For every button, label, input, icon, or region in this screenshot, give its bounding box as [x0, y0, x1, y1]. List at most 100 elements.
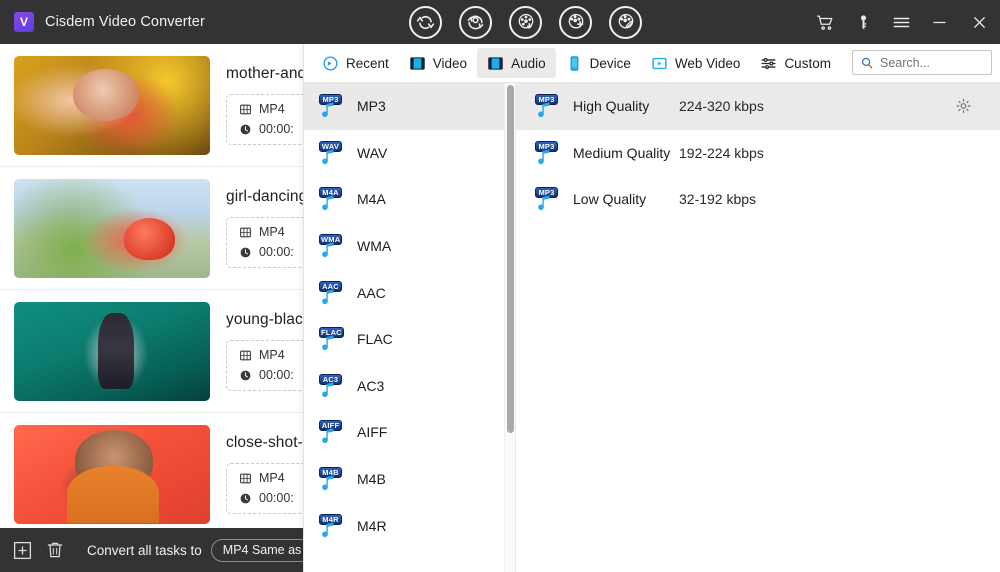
format-label: WMA — [357, 238, 391, 254]
merge-icon[interactable] — [559, 6, 592, 39]
format-item-aac[interactable]: AAC AAC — [304, 269, 515, 316]
format-item-m4a[interactable]: M4A M4A — [304, 176, 515, 223]
menu-icon[interactable] — [882, 0, 920, 44]
key-icon[interactable] — [844, 0, 882, 44]
search-input[interactable] — [880, 56, 980, 70]
task-row[interactable]: mother-and MP4 00:00: — [0, 44, 304, 167]
quality-item-low[interactable]: MP3 Low Quality 32-192 kbps — [516, 176, 1000, 223]
task-details: young-black MP4 00:00: — [226, 311, 304, 391]
video-icon — [409, 55, 426, 72]
tab-custom[interactable]: Custom — [750, 48, 841, 78]
audio-format-icon: MP3 — [318, 94, 344, 118]
close-icon[interactable] — [958, 0, 1000, 44]
title-bar: V Cisdem Video Converter — [0, 0, 1000, 44]
task-format-value: MP4 — [259, 348, 285, 362]
format-panel-tabs: Recent Video Audio — [304, 44, 1000, 83]
gear-icon[interactable] — [955, 98, 972, 115]
format-list-scrollbar[interactable] — [504, 83, 515, 572]
audio-format-icon: M4B — [318, 467, 344, 491]
cart-icon[interactable] — [806, 0, 844, 44]
titlebar-window-controls — [806, 0, 1000, 44]
task-thumbnail — [14, 425, 210, 524]
task-list[interactable]: mother-and MP4 00:00: — [0, 44, 304, 528]
scrollbar-thumb[interactable] — [507, 85, 514, 433]
task-info-box: MP4 00:00: — [226, 340, 304, 391]
task-info-box: MP4 00:00: — [226, 463, 304, 514]
search-box[interactable] — [852, 50, 992, 75]
format-list[interactable]: MP3 MP3 WAV WAV M4A — [304, 83, 516, 572]
task-duration-value: 00:00: — [259, 245, 294, 259]
task-row[interactable]: young-black MP4 00:00: — [0, 290, 304, 413]
format-item-wav[interactable]: WAV WAV — [304, 130, 515, 177]
format-label: AC3 — [357, 378, 384, 394]
minimize-icon[interactable] — [920, 0, 958, 44]
clock-icon — [239, 369, 252, 382]
format-item-mp3[interactable]: MP3 MP3 — [304, 83, 515, 130]
edit-icon[interactable] — [609, 6, 642, 39]
quality-item-high[interactable]: MP3 High Quality 224-320 kbps — [516, 83, 1000, 130]
tab-recent[interactable]: Recent — [312, 48, 399, 78]
task-format-value: MP4 — [259, 225, 285, 239]
task-details: mother-and MP4 00:00: — [226, 65, 304, 145]
app-title: Cisdem Video Converter — [45, 14, 205, 30]
format-label: M4A — [357, 191, 386, 207]
format-panel-body: MP3 MP3 WAV WAV M4A — [304, 83, 1000, 572]
tab-recent-label: Recent — [346, 56, 389, 71]
file-format-icon — [239, 472, 252, 485]
format-label: AAC — [357, 285, 386, 301]
audio-format-icon: M4A — [318, 187, 344, 211]
convert-icon[interactable] — [409, 6, 442, 39]
format-label: MP3 — [357, 98, 386, 114]
task-info-box: MP4 00:00: — [226, 94, 304, 145]
tab-web-video[interactable]: Web Video — [641, 48, 751, 78]
format-item-wma[interactable]: WMA WMA — [304, 223, 515, 270]
format-item-flac[interactable]: FLAC FLAC — [304, 316, 515, 363]
tab-audio[interactable]: Audio — [477, 48, 556, 78]
tab-device[interactable]: Device — [556, 48, 641, 78]
tab-device-label: Device — [590, 56, 631, 71]
task-row[interactable]: girl-dancing MP4 00:00: — [0, 167, 304, 290]
download-icon[interactable] — [509, 6, 542, 39]
task-format-value: MP4 — [259, 102, 285, 116]
audio-icon — [487, 55, 504, 72]
format-item-m4b[interactable]: M4B M4B — [304, 456, 515, 503]
task-duration-line: 00:00: — [239, 122, 304, 136]
quality-label: Low Quality — [573, 191, 679, 207]
format-label: FLAC — [357, 331, 393, 347]
audio-format-icon: AC3 — [318, 374, 344, 398]
format-item-m4r[interactable]: M4R M4R — [304, 502, 515, 549]
audio-format-icon: AAC — [318, 281, 344, 305]
delete-file-icon[interactable] — [45, 539, 65, 561]
format-item-ac3[interactable]: AC3 AC3 — [304, 363, 515, 410]
task-info-box: MP4 00:00: — [226, 217, 304, 268]
quality-bitrate: 32-192 kbps — [679, 191, 756, 207]
file-format-icon — [239, 103, 252, 116]
app-window: V Cisdem Video Converter — [0, 0, 1000, 572]
task-row[interactable]: close-shot- MP4 00:00: — [0, 413, 304, 528]
task-filename: mother-and — [226, 65, 304, 83]
task-thumbnail — [14, 179, 210, 278]
app-logo: V — [14, 12, 34, 32]
clock-icon — [239, 123, 252, 136]
tab-video[interactable]: Video — [399, 48, 477, 78]
task-format-line: MP4 — [239, 225, 304, 239]
format-label: M4R — [357, 518, 387, 534]
tab-video-label: Video — [433, 56, 467, 71]
quality-item-medium[interactable]: MP3 Medium Quality 192-224 kbps — [516, 130, 1000, 177]
task-duration-value: 00:00: — [259, 368, 294, 382]
custom-icon — [760, 55, 777, 72]
task-filename: young-black — [226, 311, 304, 329]
format-label: AIFF — [357, 424, 387, 440]
format-panel: Recent Video Audio — [303, 44, 1000, 572]
audio-format-icon: FLAC — [318, 327, 344, 351]
compress-icon[interactable] — [459, 6, 492, 39]
clock-icon — [239, 246, 252, 259]
quality-list[interactable]: MP3 High Quality 224-320 kbps MP3 — [516, 83, 1000, 572]
add-file-icon[interactable] — [12, 539, 33, 561]
audio-format-icon: AIFF — [318, 420, 344, 444]
device-icon — [566, 55, 583, 72]
task-filename: close-shot- — [226, 434, 304, 452]
audio-format-icon: WAV — [318, 141, 344, 165]
format-item-aiff[interactable]: AIFF AIFF — [304, 409, 515, 456]
task-duration-line: 00:00: — [239, 491, 304, 505]
